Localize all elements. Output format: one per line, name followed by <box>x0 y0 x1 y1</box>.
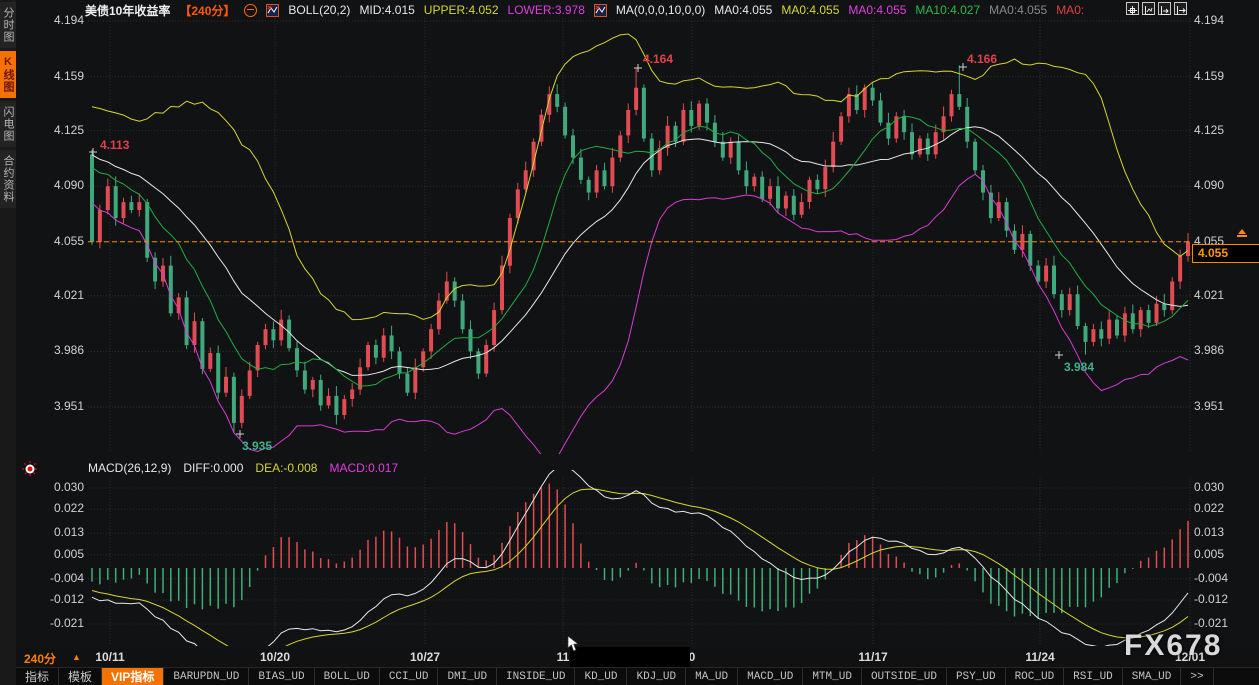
chart-header: 美债10年收益率 【240分】 BOLL(20,2) MID:4.015 UPP… <box>85 2 1084 18</box>
ma-value: MA0:4.055 <box>714 3 772 17</box>
boll-lower: LOWER:3.978 <box>508 3 585 17</box>
bottom-tab-BARUPDN_UD[interactable]: BARUPDN_UD <box>164 668 249 685</box>
pan-tool-icon[interactable] <box>1126 2 1139 15</box>
macd-value: MACD:0.017 <box>329 461 398 475</box>
bottom-tab-SMA_UD[interactable]: SMA_UD <box>1123 668 1182 685</box>
bottom-tab-KD_UD[interactable]: KD_UD <box>575 668 627 685</box>
extreme-price-label: 3.935 <box>242 439 272 453</box>
indicator-chart-icon[interactable] <box>594 4 607 17</box>
indicator-chart-icon[interactable] <box>266 4 279 17</box>
ma-value: MA0:4.055 <box>989 3 1047 17</box>
collapse-icon[interactable] <box>244 4 257 17</box>
ma-value: MA10:4.027 <box>915 3 980 17</box>
bottom-tab-DMI_UD[interactable]: DMI_UD <box>438 668 497 685</box>
bottom-tab-ROC_UD[interactable]: ROC_UD <box>1006 668 1065 685</box>
x-tick-10/20: 10/20 <box>245 650 305 664</box>
bottom-tab-KDJ_UD[interactable]: KDJ_UD <box>627 668 686 685</box>
watermark: FX678 <box>1124 629 1222 663</box>
ma-values: MA0:4.055 MA0:4.055 MA0:4.055 MA10:4.027 MA0… <box>714 3 1084 17</box>
current-price-box: 4.055 <box>1192 244 1259 263</box>
bottom-tab-MA_UD[interactable]: MA_UD <box>686 668 738 685</box>
bottom-tab-BIAS_UD[interactable]: BIAS_UD <box>249 668 314 685</box>
x-tick-11/24: 11/24 <box>1010 650 1070 664</box>
extreme-price-label: 4.164 <box>643 52 673 66</box>
macd-header: MACD(26,12,9) DIFF:0.000 DEA:-0.008 MACD… <box>88 461 398 475</box>
bottom-tab-PSY_UD[interactable]: PSY_UD <box>947 668 1006 685</box>
sidebar-tab-闪电图[interactable]: 闪电图 <box>0 101 16 147</box>
sidebar: 分时图 K线图闪电图合约资料 <box>0 0 16 685</box>
tooltip-overlay-box <box>570 647 690 667</box>
price-marker-icon <box>1237 228 1247 238</box>
ma-value: MA0: <box>1056 3 1084 17</box>
indicator-tab-bar: 指标模板VIP指标BARUPDN_UDBIAS_UDBOLL_UDCCI_UDD… <box>16 667 1259 685</box>
bottom-tab-OUTSIDE_UD[interactable]: OUTSIDE_UD <box>862 668 947 685</box>
macd-diff: DIFF:0.000 <box>183 461 243 475</box>
bottom-tab-MTM_UD[interactable]: MTM_UD <box>803 668 862 685</box>
chart-canvas[interactable] <box>0 0 1259 668</box>
right-axis-icon[interactable] <box>1158 2 1171 15</box>
bottom-tab-RSI_UD[interactable]: RSI_UD <box>1064 668 1123 685</box>
sidebar-tab-合约资料[interactable]: 合约资料 <box>0 150 16 208</box>
x-tick-11/17: 11/17 <box>843 650 903 664</box>
bottom-tab-CCI_UD[interactable]: CCI_UD <box>380 668 439 685</box>
boll-mid: MID:4.015 <box>359 3 414 17</box>
macd-name: MACD(26,12,9) <box>88 461 171 475</box>
x-tick-10/27: 10/27 <box>395 650 455 664</box>
ma-value: MA0:4.055 <box>848 3 906 17</box>
symbol-title: 美债10年收益率 <box>85 2 170 19</box>
bottom-tab->>[interactable]: >> <box>1181 668 1213 685</box>
ma-value: MA0:4.055 <box>781 3 839 17</box>
bottom-tab-MACD_UD[interactable]: MACD_UD <box>738 668 803 685</box>
bottom-tab-INSIDE_UD[interactable]: INSIDE_UD <box>497 668 575 685</box>
bottom-tab-BOLL_UD[interactable]: BOLL_UD <box>315 668 380 685</box>
bottom-tab-模板[interactable]: 模板 <box>59 668 102 685</box>
window-buttons <box>1126 2 1187 15</box>
detach-window-icon[interactable] <box>1174 2 1187 15</box>
timeframe-label[interactable]: 240分 <box>24 650 56 667</box>
bottom-tab-VIP指标[interactable]: VIP指标 <box>102 668 164 685</box>
boll-upper: UPPER:4.052 <box>424 3 499 17</box>
x-tick-10/11: 10/11 <box>80 650 140 664</box>
left-axis-icon[interactable] <box>1142 2 1155 15</box>
hotspot-icon[interactable] <box>21 460 39 478</box>
ma-name: MA(0,0,0,10,0,0) <box>616 3 705 17</box>
mouse-cursor <box>566 636 580 652</box>
trading-terminal: 分时图 K线图闪电图合约资料 美债10年收益率 【240分】 BOLL(20,2)… <box>0 0 1259 685</box>
macd-dea: DEA:-0.008 <box>255 461 317 475</box>
bottom-tab-指标[interactable]: 指标 <box>16 668 59 685</box>
period-label: 【240分】 <box>179 2 235 19</box>
extreme-price-label: 3.984 <box>1064 360 1094 374</box>
boll-name: BOLL(20,2) <box>288 3 350 17</box>
extreme-price-label: 4.113 <box>100 138 129 152</box>
sidebar-tab-分时图[interactable]: 分时图 <box>0 2 16 48</box>
extreme-price-label: 4.166 <box>967 52 997 66</box>
sidebar-tab-K线图[interactable]: K线图 <box>0 51 16 98</box>
